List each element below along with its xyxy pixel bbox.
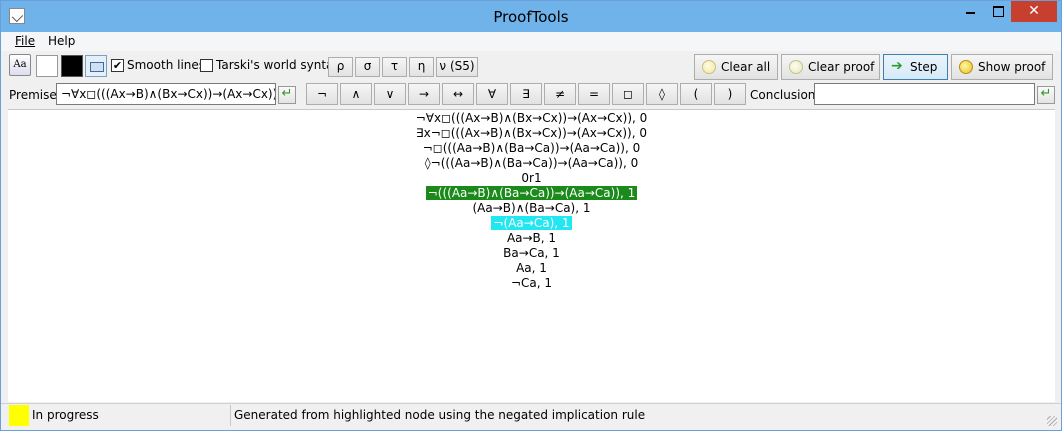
modal-eta-button[interactable]: η: [409, 57, 434, 77]
proof-node-text: (Aa→B)∧(Ba→Ca), 1: [472, 201, 591, 215]
premise-label: Premise:: [9, 88, 61, 102]
proof-node-text: Aa, 1: [516, 261, 547, 275]
proof-canvas[interactable]: ¬∀x◻(((Ax→B)∧(Bx→Cx))→(Ax→Cx)), 0 ∃x¬◻((…: [8, 109, 1055, 402]
proof-node[interactable]: ∃x¬◻(((Ax→B)∧(Bx→Cx))→(Ax→Cx)), 0: [8, 126, 1055, 141]
conclusion-label: Conclusion:: [750, 88, 820, 102]
premise-input[interactable]: ¬∀x◻(((Ax→B)∧(Bx→Cx))→(Ax→Cx)): [56, 83, 276, 105]
tarski-syntax-label[interactable]: Tarski's world syntax: [216, 58, 341, 72]
clear-proof-label: Clear proof: [808, 60, 875, 74]
clear-all-label: Clear all: [721, 60, 771, 74]
status-divider: [230, 405, 231, 426]
symbol-neq-button[interactable]: ≠: [544, 83, 576, 105]
symbol-forall-button[interactable]: ∀: [476, 83, 508, 105]
proof-node-text: ¬◻(((Aa→B)∧(Ba→Ca))→(Aa→Ca)), 0: [422, 141, 641, 155]
proof-node-text: ¬(Aa→Ca), 1: [491, 216, 572, 230]
title-bar: ProofTools ✕: [1, 1, 1061, 32]
tarski-syntax-checkbox[interactable]: [200, 59, 213, 72]
lightbulb-icon: [789, 60, 803, 74]
add-premise-button[interactable]: ↵: [278, 86, 296, 104]
lightbulb-star-icon: [959, 60, 973, 74]
proof-node-text: ◊¬(((Aa→B)∧(Ba→Ca))→(Aa→Ca)), 0: [424, 156, 639, 170]
step-label: Step: [910, 60, 938, 74]
font-button[interactable]: Aa: [9, 54, 31, 76]
symbol-or-button[interactable]: ∨: [374, 83, 406, 105]
symbol-and-button[interactable]: ∧: [340, 83, 372, 105]
maximize-button[interactable]: [984, 1, 1011, 22]
add-conclusion-button[interactable]: ↵: [1037, 86, 1055, 104]
menu-help-label: Help: [48, 34, 76, 48]
proof-node[interactable]: ¬Ca, 1: [8, 276, 1055, 291]
clear-proof-button[interactable]: Clear proof: [781, 54, 880, 80]
symbol-lparen-button[interactable]: (: [680, 83, 712, 105]
menu-file-label: File: [15, 34, 36, 48]
proof-node[interactable]: ¬◻(((Aa→B)∧(Ba→Ca))→(Aa→Ca)), 0: [8, 141, 1055, 156]
modal-sigma-button[interactable]: σ: [355, 57, 380, 77]
show-proof-button[interactable]: Show proof: [951, 54, 1053, 80]
status-message: Generated from highlighted node using th…: [234, 408, 646, 422]
proof-node-highlighted[interactable]: ¬(((Aa→B)∧(Ba→Ca))→(Aa→Ca)), 1: [8, 186, 1055, 201]
symbol-implies-button[interactable]: →: [408, 83, 440, 105]
symbol-box-button[interactable]: ◻: [612, 83, 644, 105]
proof-node-text: ∃x¬◻(((Ax→B)∧(Bx→Cx))→(Ax→Cx)), 0: [416, 126, 647, 140]
resize-grip-icon[interactable]: [1047, 416, 1057, 426]
modal-tau-button[interactable]: τ: [382, 57, 407, 77]
arrow-right-icon: [891, 54, 905, 78]
proof-node-selected[interactable]: ¬(Aa→Ca), 1: [8, 216, 1055, 231]
symbol-iff-button[interactable]: ↔: [442, 83, 474, 105]
close-button[interactable]: ✕: [1011, 1, 1057, 22]
formula-entry-row: Premise: ¬∀x◻(((Ax→B)∧(Bx→Cx))→(Ax→Cx)) …: [1, 82, 1061, 108]
smooth-lines-label[interactable]: Smooth lines: [127, 58, 205, 72]
status-color-indicator: [9, 405, 29, 426]
status-bar: In progress Generated from highlighted n…: [1, 403, 1061, 430]
proof-node[interactable]: Ba→Ca, 1: [8, 246, 1055, 261]
show-proof-label: Show proof: [978, 60, 1046, 74]
menu-file[interactable]: File: [15, 34, 35, 48]
proof-node-text: ¬∀x◻(((Ax→B)∧(Bx→Cx))→(Ax→Cx)), 0: [415, 111, 648, 125]
lightbulb-icon: [702, 60, 716, 74]
symbol-rparen-button[interactable]: ): [714, 83, 746, 105]
status-state: In progress: [32, 408, 99, 422]
app-window: ProofTools ✕ File Help Aa ✔ Smooth lines…: [0, 0, 1062, 431]
smooth-lines-checkbox[interactable]: ✔: [111, 59, 124, 72]
menu-bar: File Help: [1, 32, 1061, 51]
proof-node-text: ¬(((Aa→B)∧(Ba→Ca))→(Aa→Ca)), 1: [425, 186, 638, 200]
step-button[interactable]: Step: [883, 54, 948, 80]
proof-node[interactable]: 0r1: [8, 171, 1055, 186]
modal-rho-button[interactable]: ρ: [328, 57, 353, 77]
symbol-not-button[interactable]: ¬: [306, 83, 338, 105]
proof-node-text: ¬Ca, 1: [510, 276, 553, 290]
proof-node[interactable]: Aa, 1: [8, 261, 1055, 276]
symbol-eq-button[interactable]: =: [578, 83, 610, 105]
proof-node[interactable]: ¬∀x◻(((Ax→B)∧(Bx→Cx))→(Ax→Cx)), 0: [8, 111, 1055, 126]
proof-node[interactable]: Aa→B, 1: [8, 231, 1055, 246]
background-color-swatch[interactable]: [36, 55, 58, 77]
foreground-color-swatch[interactable]: [61, 55, 83, 77]
proof-node-text: Aa→B, 1: [506, 231, 557, 245]
clear-all-button[interactable]: Clear all: [694, 54, 778, 80]
toolbar: Aa ✔ Smooth lines Tarski's world syntax …: [1, 52, 1061, 80]
proof-node[interactable]: (Aa→B)∧(Ba→Ca), 1: [8, 201, 1055, 216]
proof-node-text: Ba→Ca, 1: [503, 246, 560, 260]
conclusion-input[interactable]: [814, 83, 1035, 105]
window-title: ProofTools: [493, 8, 569, 26]
symbol-diamond-button[interactable]: ◊: [646, 83, 678, 105]
minimize-button[interactable]: [957, 1, 984, 22]
proof-node-text: 0r1: [521, 171, 542, 185]
proof-node[interactable]: ◊¬(((Aa→B)∧(Ba→Ca))→(Aa→Ca)), 0: [8, 156, 1055, 171]
menu-help[interactable]: Help: [48, 34, 75, 48]
symbol-exists-button[interactable]: ∃: [510, 83, 542, 105]
keyboard-icon[interactable]: [85, 55, 107, 77]
modal-s5-button[interactable]: ν (S5): [436, 57, 478, 77]
